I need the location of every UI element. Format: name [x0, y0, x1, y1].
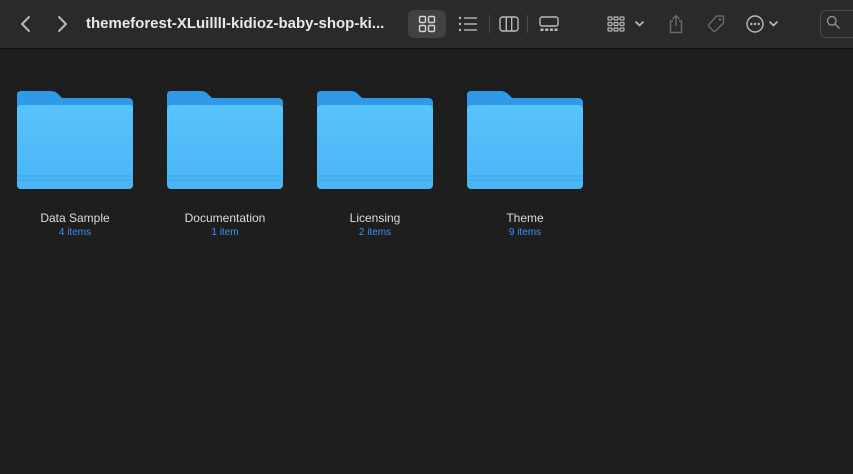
- folder-item[interactable]: Data Sample 4 items: [0, 89, 150, 249]
- file-grid: Data Sample 4 items Documentation 1 item: [0, 49, 853, 474]
- folder-icon: [167, 91, 283, 189]
- toolbar: themeforest-XLuilllI-kidioz-baby-shop-ki…: [0, 0, 853, 49]
- search-field[interactable]: [820, 10, 853, 38]
- folder-item-count: 9 items: [508, 227, 542, 238]
- folder-name: Documentation: [184, 211, 266, 225]
- folder-icon: [17, 91, 133, 189]
- grid-icon[interactable]: [408, 10, 446, 38]
- tag-icon[interactable]: [702, 10, 730, 38]
- folder-name: Data Sample: [40, 211, 110, 225]
- folder-item-count: 4 items: [58, 227, 92, 238]
- toolbar-divider: [527, 15, 528, 33]
- chevron-right-icon[interactable]: [50, 12, 74, 36]
- group-icon[interactable]: [606, 10, 652, 38]
- folder-item[interactable]: Licensing 2 items: [300, 89, 450, 249]
- folder-item[interactable]: Theme 9 items: [450, 89, 600, 249]
- folder-name: Licensing: [349, 211, 401, 225]
- columns-icon[interactable]: [494, 10, 524, 38]
- folder-icon: [467, 91, 583, 189]
- share-icon[interactable]: [664, 10, 688, 38]
- folder-item[interactable]: Documentation 1 item: [150, 89, 300, 249]
- ellipsis-circle-icon[interactable]: [744, 10, 786, 38]
- toolbar-divider: [489, 15, 490, 33]
- window-title: themeforest-XLuilllI-kidioz-baby-shop-ki…: [86, 15, 385, 32]
- folder-name: Theme: [506, 211, 544, 225]
- list-icon[interactable]: [452, 10, 484, 38]
- finder-window: themeforest-XLuilllI-kidioz-baby-shop-ki…: [0, 0, 853, 474]
- folder-item-count: 1 item: [211, 227, 239, 238]
- gallery-icon[interactable]: [532, 10, 566, 38]
- search-icon: [826, 15, 840, 34]
- folder-item-count: 2 items: [358, 227, 392, 238]
- folder-icon: [317, 91, 433, 189]
- chevron-left-icon[interactable]: [14, 12, 38, 36]
